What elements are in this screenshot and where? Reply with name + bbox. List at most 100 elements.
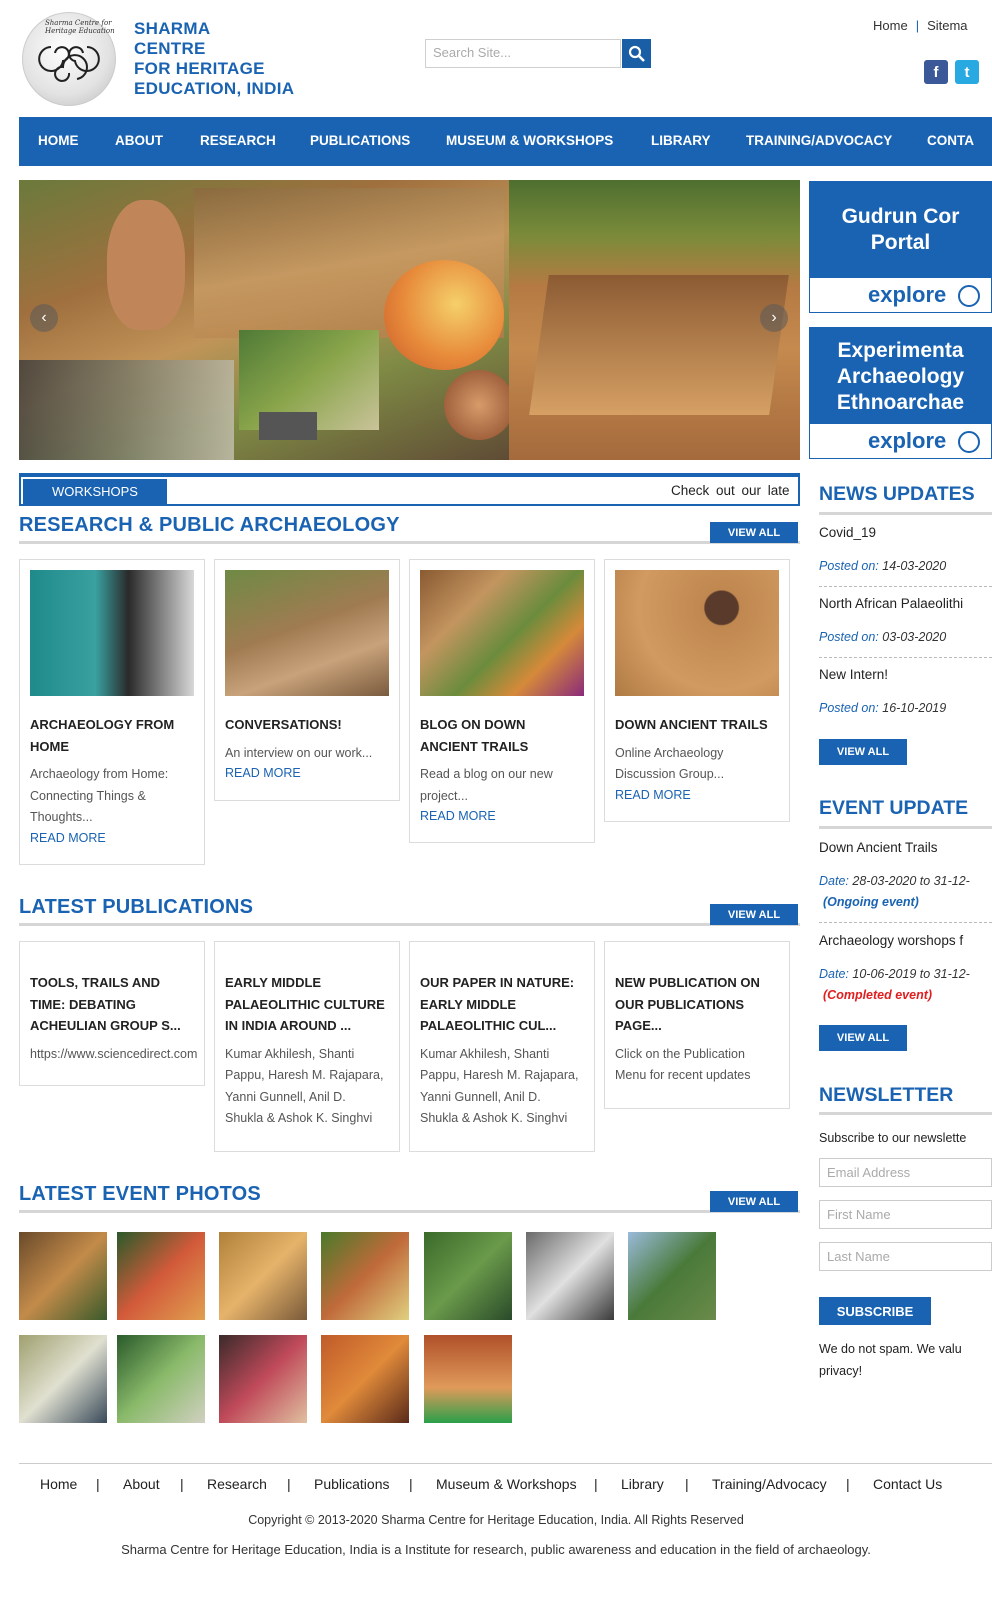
event-photo-thumbnail[interactable] <box>117 1335 205 1423</box>
event-photo-thumbnail[interactable] <box>628 1232 716 1320</box>
publications-heading: LATEST PUBLICATIONS <box>19 896 254 918</box>
nav-library[interactable]: LIBRARY <box>651 133 711 148</box>
event-item-title[interactable]: Down Ancient Trails <box>819 840 992 855</box>
first-name-field[interactable]: First Name <box>819 1200 992 1229</box>
search-input[interactable]: Search Site... <box>425 39 621 68</box>
ticker-label[interactable]: WORKSHOPS <box>23 479 167 504</box>
brand-line: CENTRE <box>134 39 206 58</box>
news-item-title[interactable]: New Intern! <box>819 667 992 682</box>
footer-link-home[interactable]: Home <box>40 1476 77 1492</box>
promo-explore-link[interactable]: explore <box>868 282 946 307</box>
card-title-line[interactable]: ARCHAEOLOGY FROM <box>30 714 194 736</box>
news-item-title[interactable]: North African Palaeolithi <box>819 596 992 611</box>
research-card-image[interactable] <box>615 570 779 696</box>
email-field[interactable]: Email Address <box>819 1158 992 1187</box>
photos-view-all-button[interactable]: VIEW ALL <box>710 1191 798 1212</box>
nav-training-advocacy[interactable]: TRAINING/ADVOCACY <box>746 133 892 148</box>
read-more-link[interactable]: READ MORE <box>225 766 389 780</box>
event-photo-thumbnail[interactable] <box>424 1232 512 1320</box>
research-card-image[interactable] <box>30 570 194 696</box>
research-card[interactable]: CONVERSATIONS! An interview on our work.… <box>214 559 400 801</box>
footer-separator: | <box>409 1476 413 1492</box>
card-title-line[interactable]: IN INDIA AROUND ... <box>225 1015 389 1037</box>
card-title-line[interactable]: CONVERSATIONS! <box>225 714 389 736</box>
research-card[interactable]: ARCHAEOLOGY FROM HOME Archaeology from Ho… <box>19 559 205 865</box>
news-item-title[interactable]: Covid_19 <box>819 525 992 540</box>
card-title-line[interactable]: ANCIENT TRAILS <box>420 736 584 758</box>
publication-card[interactable]: EARLY MIDDLE PALAEOLITHIC CULTURE IN INDIA… <box>214 941 400 1152</box>
footer-link-museum-workshops[interactable]: Museum & Workshops <box>436 1476 577 1492</box>
nav-about[interactable]: ABOUT <box>115 133 163 148</box>
promo-explore-link[interactable]: explore <box>868 428 946 453</box>
card-title-line[interactable]: DOWN ANCIENT TRAILS <box>615 714 779 736</box>
nav-research[interactable]: RESEARCH <box>200 133 276 148</box>
footer-link-research[interactable]: Research <box>207 1476 267 1492</box>
search-button[interactable] <box>622 39 651 68</box>
research-view-all-button[interactable]: VIEW ALL <box>710 522 798 543</box>
events-view-all-button[interactable]: VIEW ALL <box>819 1025 907 1051</box>
card-title-line[interactable]: EARLY MIDDLE <box>225 972 389 994</box>
card-title-line[interactable]: TIME: DEBATING <box>30 994 194 1016</box>
event-photo-thumbnail[interactable] <box>219 1335 307 1423</box>
footer-link-contact[interactable]: Contact Us <box>873 1476 942 1492</box>
publications-view-all-button[interactable]: VIEW ALL <box>710 904 798 925</box>
footer-link-publications[interactable]: Publications <box>314 1476 390 1492</box>
footer-separator: | <box>594 1476 598 1492</box>
twitter-icon[interactable]: t <box>955 60 979 84</box>
last-name-field[interactable]: Last Name <box>819 1242 992 1271</box>
footer-link-about[interactable]: About <box>123 1476 160 1492</box>
nav-contact[interactable]: CONTA <box>927 133 974 148</box>
event-photo-thumbnail[interactable] <box>219 1232 307 1320</box>
top-link-home[interactable]: Home <box>873 18 908 33</box>
event-photo-thumbnail[interactable] <box>117 1232 205 1320</box>
event-photo-thumbnail[interactable] <box>19 1232 107 1320</box>
search-icon <box>628 45 645 62</box>
event-photo-thumbnail[interactable] <box>526 1232 614 1320</box>
card-title-line[interactable]: OUR PUBLICATIONS <box>615 994 779 1016</box>
footer-link-library[interactable]: Library <box>621 1476 664 1492</box>
subscribe-button[interactable]: SUBSCRIBE <box>819 1297 931 1325</box>
card-title-line[interactable]: ACHEULIAN GROUP S... <box>30 1015 194 1037</box>
read-more-link[interactable]: READ MORE <box>30 831 194 845</box>
card-title-line[interactable]: BLOG ON DOWN <box>420 714 584 736</box>
research-card[interactable]: DOWN ANCIENT TRAILS Online Archaeology Di… <box>604 559 790 822</box>
publication-card[interactable]: NEW PUBLICATION ON OUR PUBLICATIONS PAGE..… <box>604 941 790 1109</box>
footer-link-training-advocacy[interactable]: Training/Advocacy <box>712 1476 827 1492</box>
top-link-sitemap[interactable]: Sitema <box>927 18 967 33</box>
publication-card[interactable]: TOOLS, TRAILS AND TIME: DEBATING ACHEULIAN… <box>19 941 205 1086</box>
site-logo[interactable]: Sharma Centre for Heritage Education <box>22 12 116 106</box>
promo-gudrun-portal[interactable]: Gudrun Cor Portal explore <box>809 181 992 313</box>
nav-museum-workshops[interactable]: MUSEUM & WORKSHOPS <box>446 133 613 148</box>
card-title-line[interactable]: PALAEOLITHIC CULTURE <box>225 994 389 1016</box>
publication-card[interactable]: OUR PAPER IN NATURE: EARLY MIDDLE PALAEOLI… <box>409 941 595 1152</box>
card-title-line[interactable]: HOME <box>30 736 194 758</box>
ticker-text[interactable]: Check out our late <box>671 483 789 498</box>
brand-line: FOR HERITAGE <box>134 59 265 78</box>
facebook-icon[interactable]: f <box>924 60 948 84</box>
event-photo-thumbnail[interactable] <box>424 1335 512 1423</box>
read-more-link[interactable]: READ MORE <box>420 809 584 823</box>
card-title-line[interactable]: TOOLS, TRAILS AND <box>30 972 194 994</box>
event-photo-thumbnail[interactable] <box>19 1335 107 1423</box>
hero-slider[interactable] <box>19 180 800 460</box>
news-view-all-button[interactable]: VIEW ALL <box>819 739 907 765</box>
card-excerpt-line: project... <box>420 788 468 803</box>
research-card-image[interactable] <box>225 570 389 696</box>
card-title-line[interactable]: NEW PUBLICATION ON <box>615 972 779 994</box>
nav-home[interactable]: HOME <box>38 133 79 148</box>
nav-publications[interactable]: PUBLICATIONS <box>310 133 410 148</box>
event-photo-thumbnail[interactable] <box>321 1232 409 1320</box>
card-title-line[interactable]: PAGE... <box>615 1015 779 1037</box>
slider-next-button[interactable]: › <box>760 304 788 332</box>
card-title-line[interactable]: PALAEOLITHIC CUL... <box>420 1015 584 1037</box>
card-title-line[interactable]: OUR PAPER IN NATURE: <box>420 972 584 994</box>
brand-name[interactable]: SHARMA CENTRE FOR HERITAGE EDUCATION, IN… <box>134 19 294 99</box>
slider-prev-button[interactable]: ‹ <box>30 304 58 332</box>
research-card[interactable]: BLOG ON DOWN ANCIENT TRAILS Read a blog o… <box>409 559 595 843</box>
card-title-line[interactable]: EARLY MIDDLE <box>420 994 584 1016</box>
promo-experimental-archaeology[interactable]: Experimenta Archaeology Ethnoarchae expl… <box>809 327 992 459</box>
research-card-image[interactable] <box>420 570 584 696</box>
event-item-title[interactable]: Archaeology worshops f <box>819 933 992 948</box>
read-more-link[interactable]: READ MORE <box>615 788 779 802</box>
event-photo-thumbnail[interactable] <box>321 1335 409 1423</box>
